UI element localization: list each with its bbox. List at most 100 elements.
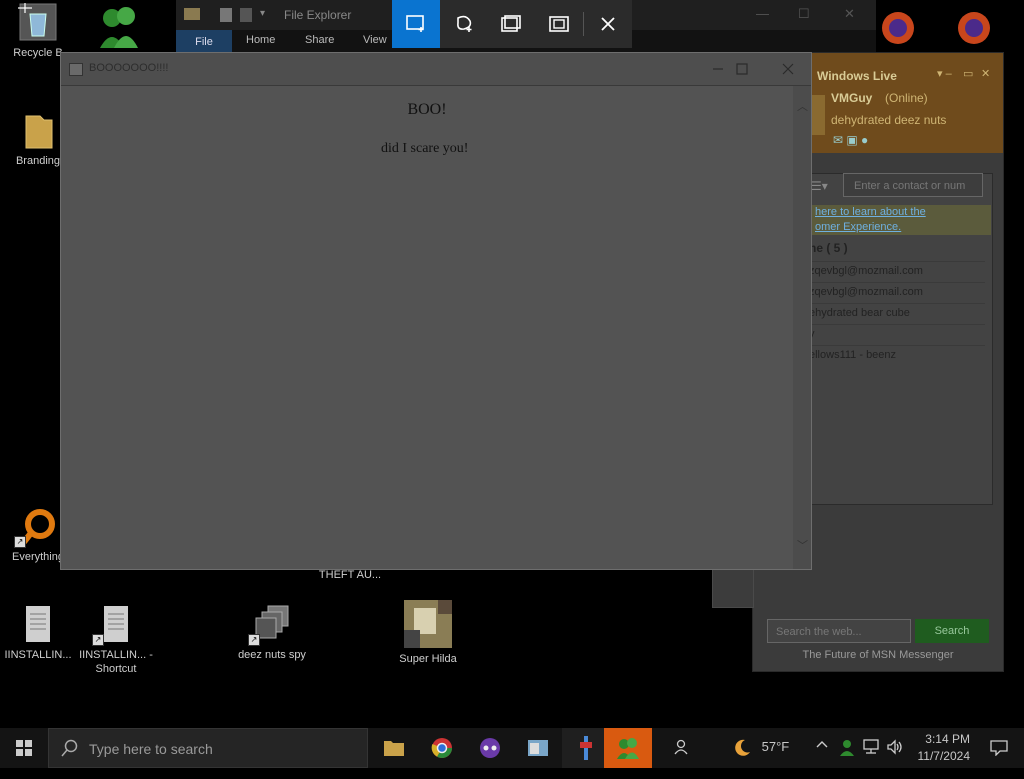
messenger-app-title: Windows Live <box>817 69 897 83</box>
minimize-button[interactable]: — <box>756 6 769 21</box>
folder-icon <box>18 110 58 150</box>
msn-buddy-icon[interactable] <box>96 4 142 50</box>
shortcut-arrow-icon: ↗ <box>14 536 26 548</box>
people-button[interactable] <box>674 738 692 778</box>
weather-temperature: 57°F <box>761 739 790 755</box>
clock-date: 11/7/2024 <box>917 749 971 763</box>
rectangle-snip-button[interactable] <box>392 0 440 48</box>
popup-heading: BOO! <box>407 101 447 118</box>
taskbar-active-app[interactable] <box>562 728 610 768</box>
desktop-icon-installer-shortcut[interactable]: ↗ IINSTALLIN... - Shortcut <box>78 604 154 676</box>
notification-center-button[interactable] <box>990 740 1008 761</box>
quick-access-new-folder-icon[interactable] <box>240 8 252 22</box>
shortcut-arrow-icon: ↗ <box>248 634 260 646</box>
contact-group-header[interactable]: ne ( 5 ) <box>809 241 848 255</box>
notification-icon <box>990 740 1008 757</box>
close-button[interactable]: ✕ <box>844 6 855 22</box>
user-display-name[interactable]: VMGuy <box>831 91 872 105</box>
speaker-icon <box>887 739 902 755</box>
popup-content: BOO! did I scare you! <box>61 86 793 569</box>
network-icon[interactable] <box>862 739 880 779</box>
desktop-icon-super-hilda[interactable]: Super Hilda <box>390 600 466 666</box>
freeform-snip-icon <box>456 15 472 32</box>
tab-file[interactable]: File <box>176 30 232 52</box>
network-icon <box>863 739 879 754</box>
folder-icon <box>184 8 200 20</box>
taskbar-window-app[interactable] <box>514 728 562 768</box>
people-icon <box>674 739 688 755</box>
maximize-button[interactable]: ☐ <box>798 6 810 22</box>
show-hidden-icons-button[interactable] <box>816 739 828 779</box>
taskbar-search-box[interactable]: Type here to search <box>48 728 368 768</box>
start-button[interactable] <box>0 728 48 768</box>
close-icon <box>601 17 615 31</box>
messenger-buddy-icon <box>617 738 639 759</box>
contact-item[interactable]: zqevbgl@mozmail.com <box>809 261 985 281</box>
banner-line-1: here to learn about the <box>815 206 926 218</box>
chrome-icon <box>431 738 452 758</box>
taskbar-chrome[interactable] <box>418 728 466 768</box>
folder-icon <box>384 741 404 756</box>
contact-item[interactable]: ellows111 - beenz <box>809 345 985 365</box>
contact-item[interactable]: zqevbgl@mozmail.com <box>809 282 985 302</box>
window-snip-button[interactable] <box>488 0 536 48</box>
personal-message[interactable]: dehydrated deez nuts <box>831 113 946 127</box>
taskbar-file-explorer[interactable] <box>370 728 418 768</box>
vertical-scrollbar[interactable]: ︿ ﹀ <box>793 86 811 569</box>
installer-shortcut-label: IINSTALLIN... - Shortcut <box>79 649 153 675</box>
maximize-icon <box>736 63 748 75</box>
scroll-down-icon[interactable]: ﹀ <box>797 537 808 553</box>
user-status[interactable]: (Online) <box>885 91 928 105</box>
web-search-button[interactable]: Search <box>915 619 989 643</box>
super-hilda-label: Super Hilda <box>399 653 457 665</box>
volume-icon[interactable] <box>886 739 904 779</box>
file-explorer-title: File Explorer <box>284 8 352 22</box>
tab-share[interactable]: Share <box>305 34 334 46</box>
windows-logo-icon <box>16 740 32 756</box>
close-snip-button[interactable] <box>584 0 632 48</box>
clock-time: 3:14 PM <box>925 732 970 746</box>
maximize-button[interactable]: ▭ <box>963 67 973 80</box>
web-search-input[interactable]: Search the web... <box>767 619 911 643</box>
tray-messenger-icon[interactable] <box>838 738 856 778</box>
info-banner-link[interactable]: here to learn about the omer Experience. <box>807 205 991 235</box>
tab-view[interactable]: View <box>363 34 387 46</box>
search-icon <box>61 739 78 757</box>
quick-access-dropdown-icon[interactable]: ▾ <box>260 8 265 19</box>
desktop-icon-installer[interactable]: IINSTALLIN... <box>0 604 76 662</box>
maximize-button[interactable] <box>719 57 765 81</box>
firefox-icon[interactable] <box>954 8 994 48</box>
taskbar-messenger[interactable] <box>604 728 652 768</box>
weather-widget[interactable]: 57°F <box>732 738 789 778</box>
quick-access-properties-icon[interactable] <box>220 8 232 22</box>
theft-auto-label: THEFT AU... <box>318 569 382 581</box>
document-icon: ↗ <box>92 604 136 646</box>
fullscreen-snip-icon <box>549 16 570 32</box>
document-icon <box>18 604 58 644</box>
contact-item[interactable]: y <box>809 324 985 344</box>
banner-line-2: omer Experience. <box>815 221 902 233</box>
sort-contacts-icon[interactable]: ☰▾ <box>811 179 828 193</box>
taskbar-clock[interactable]: 3:14 PM 11/7/2024 <box>918 731 971 765</box>
tab-home[interactable]: Home <box>246 34 275 46</box>
fullscreen-snip-button[interactable] <box>535 0 583 48</box>
contact-item[interactable]: ehydrated bear cube <box>809 303 985 323</box>
minimize-button[interactable]: ▾ – <box>937 67 952 80</box>
shortcut-arrow-icon: ↗ <box>92 634 104 646</box>
close-button[interactable]: ✕ <box>981 67 990 80</box>
scroll-up-icon[interactable]: ︿ <box>797 98 808 114</box>
freeform-snip-button[interactable] <box>440 0 488 48</box>
desktop-icon-deez-nuts-spy[interactable]: ↗ deez nuts spy <box>234 604 310 662</box>
close-button[interactable] <box>765 57 811 81</box>
popup-titlebar[interactable]: BOOOOOOO!!!! <box>61 53 811 86</box>
moon-icon <box>735 739 750 756</box>
desktop-icon-theft-auto[interactable]: THEFT AU... <box>312 568 388 582</box>
messenger-footer[interactable]: The Future of MSN Messenger <box>753 649 1003 667</box>
window-app-icon <box>528 740 548 756</box>
taskbar-incognito-app[interactable] <box>466 728 514 768</box>
contact-search-input[interactable]: Enter a contact or num <box>843 173 983 197</box>
popup-message: did I scare you! <box>381 141 469 156</box>
firefox-icon[interactable] <box>878 8 918 48</box>
toolbar-icons[interactable]: ✉ ▣ ● <box>833 133 868 147</box>
background-window <box>712 568 754 608</box>
